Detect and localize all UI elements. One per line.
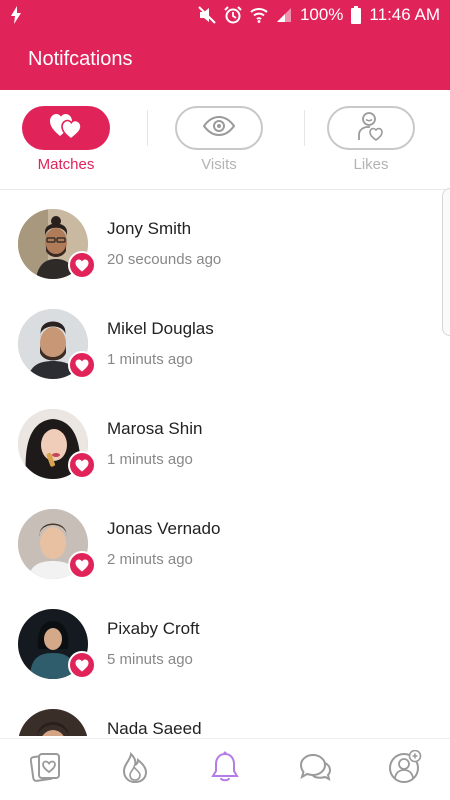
notification-name: Pixaby Croft xyxy=(107,619,200,638)
heart-badge-icon xyxy=(68,651,96,679)
notification-time: 2 minuts ago xyxy=(107,551,193,568)
bell-icon xyxy=(210,751,240,788)
chat-icon xyxy=(298,752,332,787)
heart-badge-icon xyxy=(68,451,96,479)
list-item[interactable]: Mikel Douglas 1 minuts ago xyxy=(0,291,450,391)
battery-percent: 100% xyxy=(299,5,344,24)
app-bar: 100% 11:46 AM Notifcations xyxy=(0,0,450,90)
eye-icon xyxy=(202,115,236,141)
heart-badge-icon xyxy=(68,351,96,379)
nav-cards[interactable] xyxy=(28,751,64,787)
tab-likes-label: Likes xyxy=(353,156,389,173)
mute-icon xyxy=(198,6,216,24)
alarm-icon xyxy=(224,6,242,24)
person-heart-icon xyxy=(358,111,384,146)
notification-list: Jony Smith 20 secounds ago Mikel Douglas… xyxy=(0,191,450,736)
tab-matches-label: Matches xyxy=(37,156,95,173)
flame-icon xyxy=(122,751,148,788)
nav-profile[interactable] xyxy=(387,749,423,789)
notification-name: Marosa Shin xyxy=(107,419,203,438)
nav-notifications[interactable] xyxy=(207,751,243,787)
page-title: Notifcations xyxy=(28,48,133,70)
tab-divider xyxy=(304,110,305,146)
notification-tabs: Matches Visits Likes xyxy=(0,90,450,190)
notification-time: 1 minuts ago xyxy=(107,451,193,468)
scroll-handle[interactable] xyxy=(442,188,450,336)
notification-name: Jony Smith xyxy=(107,219,192,238)
tab-visits-label: Visits xyxy=(201,156,237,173)
tab-matches[interactable]: Matches xyxy=(21,106,111,173)
notification-time: 5 minuts ago xyxy=(107,651,193,668)
clock-time: 11:46 AM xyxy=(369,5,440,24)
cards-icon xyxy=(29,751,62,788)
tab-matches-pill[interactable] xyxy=(22,106,110,150)
notification-name: Mikel Douglas xyxy=(107,319,214,338)
notification-time: 20 secounds ago xyxy=(107,251,222,268)
nav-messages[interactable] xyxy=(297,751,333,787)
list-item[interactable]: Jonas Vernado 2 minuts ago xyxy=(0,491,450,591)
list-item[interactable]: Marosa Shin 1 minuts ago xyxy=(0,391,450,491)
tab-visits-pill[interactable] xyxy=(175,106,263,150)
wifi-icon xyxy=(250,7,268,23)
avatar[interactable] xyxy=(18,709,88,736)
battery-icon xyxy=(351,6,362,24)
notification-time: 1 minuts ago xyxy=(107,351,193,368)
list-item[interactable]: Jony Smith 20 secounds ago xyxy=(0,191,450,291)
profile-add-icon xyxy=(388,749,422,789)
tab-visits[interactable]: Visits xyxy=(174,106,264,173)
tab-likes-pill[interactable] xyxy=(327,106,415,150)
bottom-nav xyxy=(0,738,450,800)
tab-likes[interactable]: Likes xyxy=(326,106,416,173)
nav-discover[interactable] xyxy=(117,751,153,787)
list-item[interactable]: Nada Saeed xyxy=(0,691,450,736)
list-item[interactable]: Pixaby Croft 5 minuts ago xyxy=(0,591,450,691)
status-bar: 100% 11:46 AM xyxy=(0,0,450,30)
charging-icon xyxy=(10,6,22,27)
notification-name: Nada Saeed xyxy=(107,719,202,736)
hearts-icon xyxy=(49,112,83,145)
notification-name: Jonas Vernado xyxy=(107,519,221,538)
heart-badge-icon xyxy=(68,551,96,579)
tab-divider xyxy=(147,110,148,146)
heart-badge-icon xyxy=(68,251,96,279)
signal-icon xyxy=(276,7,292,23)
